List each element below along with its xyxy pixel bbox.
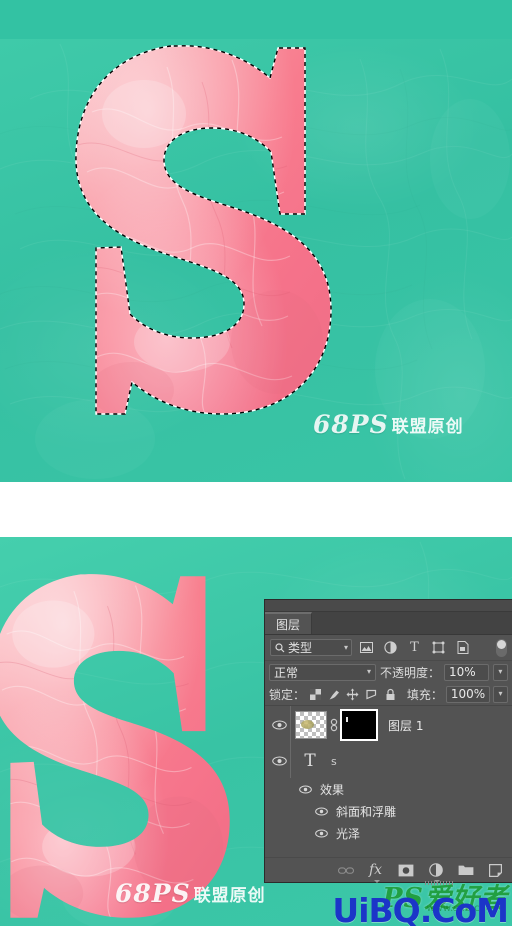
panel-resize-grip[interactable] — [425, 881, 455, 885]
tab-row-filler — [312, 612, 512, 634]
effects-group-label: 效果 — [320, 782, 345, 797]
add-layer-mask-button[interactable] — [397, 862, 414, 879]
tab-layers[interactable]: 图层 — [265, 612, 313, 634]
opacity-slider-chevron-icon[interactable]: ▾ — [492, 663, 508, 681]
layer-divider — [290, 744, 291, 778]
text-layer-icon: T — [304, 751, 316, 771]
new-group-button[interactable] — [457, 862, 474, 879]
letter-s-result — [0, 547, 240, 926]
lock-image-icon[interactable] — [327, 686, 343, 703]
lock-transparency-icon[interactable] — [308, 686, 324, 703]
white-separator — [0, 482, 512, 537]
fill-label: 填充： — [406, 687, 443, 702]
chevron-down-icon: ▾ — [366, 667, 371, 676]
top-solid-band — [0, 0, 512, 39]
eye-icon[interactable] — [313, 807, 330, 816]
fill-slider-chevron-icon[interactable]: ▾ — [493, 685, 508, 703]
photoshop-layers-panel: 图层 类型 ▾ T 正常 ▾ 不透明度： 10% ▾ 锁定： 填充： 100% … — [265, 600, 512, 885]
chevron-down-icon[interactable]: ▾ — [344, 643, 348, 652]
layer-list: 图层 1 T s 效果 斜面和浮雕 光泽 — [265, 706, 512, 844]
filter-kind-label: 类型 — [288, 641, 313, 655]
filter-adjustment-icon[interactable] — [381, 639, 400, 656]
tutorial-screenshot-page: 68PS 联盟原创 68PS 联盟原创 PS爱好者 www.sa2.cn UiB… — [0, 0, 512, 926]
lock-fill-row: 锁定： 填充： 100% ▾ — [265, 683, 512, 706]
opacity-input[interactable]: 10% — [443, 663, 489, 681]
lock-artboard-icon[interactable] — [364, 686, 380, 703]
new-layer-button[interactable] — [487, 862, 504, 879]
panel-tab-row: 图层 — [265, 612, 512, 635]
layer-filter-row: 类型 ▾ T — [265, 635, 512, 661]
effect-label: 斜面和浮雕 — [336, 804, 397, 819]
layer-row-layer-1[interactable]: 图层 1 — [265, 706, 512, 744]
panel-top-strip — [265, 600, 512, 612]
layer-divider — [290, 706, 291, 744]
layer-name[interactable]: 图层 1 — [388, 717, 423, 734]
blend-mode-value: 正常 — [274, 665, 299, 680]
blend-opacity-row: 正常 ▾ 不透明度： 10% ▾ — [265, 661, 512, 683]
eye-icon[interactable] — [269, 720, 290, 730]
filter-type-icon[interactable]: T — [405, 639, 424, 656]
lock-position-icon[interactable] — [345, 686, 361, 703]
layer-row-effects-group[interactable]: 效果 — [265, 778, 512, 800]
filter-shape-icon[interactable] — [429, 639, 448, 656]
letter-s-selected — [72, 42, 342, 420]
eye-icon[interactable] — [297, 785, 314, 794]
filter-enable-toggle[interactable] — [496, 638, 507, 657]
layer-row-text-s[interactable]: T s — [265, 744, 512, 778]
eye-icon[interactable] — [313, 829, 330, 838]
link-layers-button[interactable] — [337, 862, 354, 879]
opacity-label: 不透明度： — [379, 665, 440, 680]
filter-pixel-icon[interactable] — [357, 639, 376, 656]
top-screenshot: 68PS 联盟原创 — [0, 0, 512, 482]
filter-kind-select[interactable]: 类型 ▾ — [270, 639, 352, 656]
layer-row-effect-bevel[interactable]: 斜面和浮雕 — [265, 800, 512, 822]
eye-icon[interactable] — [269, 756, 290, 766]
layer-name[interactable]: s — [331, 755, 337, 768]
layer-thumbnail[interactable] — [295, 711, 327, 739]
layer-mask-thumbnail[interactable] — [342, 711, 376, 739]
blend-mode-select[interactable]: 正常 ▾ — [269, 663, 376, 681]
fill-input[interactable]: 100% — [445, 685, 491, 703]
link-mask-icon[interactable] — [327, 718, 340, 732]
lock-all-icon[interactable] — [382, 686, 398, 703]
filter-smartobject-icon[interactable] — [453, 639, 472, 656]
panel-bottom-toolbar: fx — [265, 857, 512, 885]
layer-row-effect-satin[interactable]: 光泽 — [265, 822, 512, 844]
effect-label: 光泽 — [336, 826, 361, 841]
new-adjustment-layer-button[interactable] — [427, 862, 444, 883]
layer-style-fx-button[interactable]: fx — [367, 862, 384, 883]
magnifier-icon — [274, 642, 286, 653]
lock-label: 锁定： — [269, 687, 306, 702]
